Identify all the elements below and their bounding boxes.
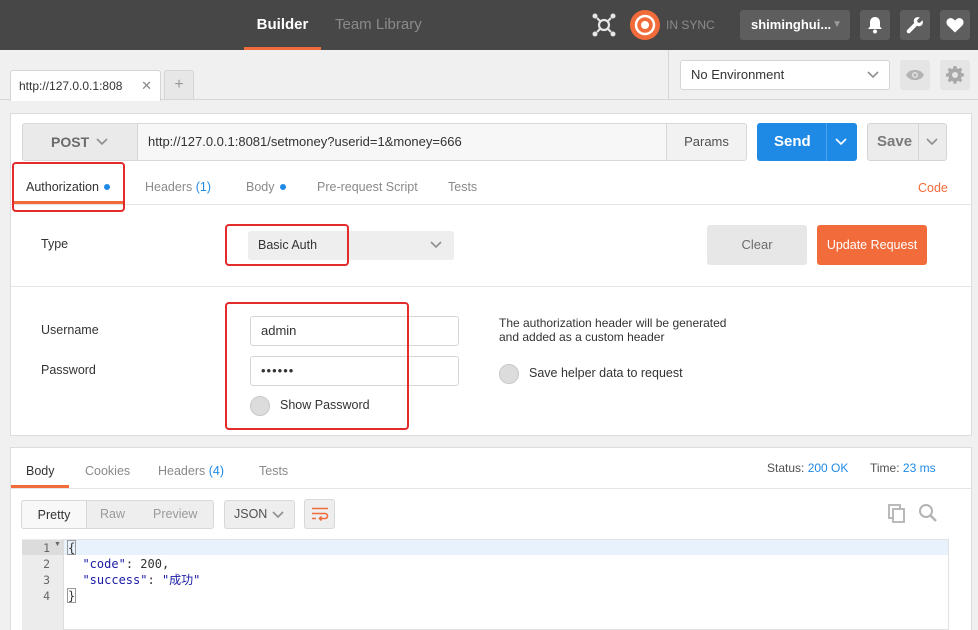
highlight-annotation <box>225 302 409 430</box>
username-label: shiminghui... <box>751 17 832 32</box>
divider <box>11 286 971 287</box>
json-value: "成功" <box>161 573 201 587</box>
url-input[interactable]: http://127.0.0.1:8081/setmoney?userid=1&… <box>137 123 667 161</box>
chevron-down-icon <box>96 138 108 146</box>
wrap-icon <box>311 507 328 521</box>
chevron-down-icon[interactable] <box>926 138 938 146</box>
status-value: 200 OK <box>807 461 849 475</box>
line-number: 4 <box>43 589 50 603</box>
view-pretty-button[interactable]: Pretty <box>21 500 87 529</box>
divider <box>11 204 971 205</box>
auth-info-line: and added as a custom header <box>499 330 665 344</box>
line-number: 1 <box>43 541 50 555</box>
save-helper-label: Save helper data to request <box>529 366 683 380</box>
response-status: Status: 200 OK <box>767 455 848 481</box>
line-number: 2 <box>43 557 50 571</box>
divider <box>918 124 919 160</box>
gear-icon <box>946 66 964 84</box>
tab-prerequest-script[interactable]: Pre-request Script <box>317 170 418 204</box>
json-key: "code" <box>82 557 126 571</box>
tab-headers-label: Headers <box>145 180 193 194</box>
line-number: 3 <box>43 573 50 587</box>
highlight-annotation <box>225 224 349 266</box>
auth-info-text: The authorization header will be generat… <box>499 316 739 344</box>
view-preview-button[interactable]: Preview <box>153 500 197 529</box>
environment-value: No Environment <box>691 67 785 82</box>
chevron-down-icon <box>272 511 284 519</box>
wrench-icon <box>906 17 923 34</box>
request-tab[interactable]: http://127.0.0.1:808 ✕ <box>10 70 161 101</box>
response-tab-headers[interactable]: Headers (4) <box>158 455 224 487</box>
update-request-button[interactable]: Update Request <box>817 225 927 265</box>
nav-builder[interactable]: Builder <box>244 0 321 50</box>
response-tab-cookies[interactable]: Cookies <box>85 455 130 487</box>
code-line: { <box>68 541 76 555</box>
chevron-down-icon: ▼ <box>832 19 842 30</box>
copy-icon[interactable] <box>888 504 906 524</box>
request-panel <box>10 113 972 436</box>
highlight-annotation <box>12 162 125 212</box>
environment-quick-look-button[interactable] <box>900 60 930 90</box>
json-separator: : <box>125 557 141 571</box>
user-menu[interactable]: shiminghui... ▼ <box>740 10 850 40</box>
method-value: POST <box>51 134 90 150</box>
sync-status-text: IN SYNC <box>666 18 715 32</box>
interceptor-icon[interactable] <box>590 11 618 39</box>
tab-headers[interactable]: Headers (1) <box>145 170 211 204</box>
json-value: 200, <box>140 557 170 571</box>
time-value: 23 ms <box>902 461 936 475</box>
tab-body-label: Body <box>246 180 275 194</box>
bell-icon <box>868 17 882 34</box>
fold-icon[interactable]: ▼ <box>54 541 61 548</box>
generate-code-link[interactable]: Code <box>918 170 948 204</box>
params-button[interactable]: Params <box>666 123 747 161</box>
chevron-down-icon <box>867 71 879 79</box>
time-label: Time: <box>870 461 900 475</box>
divider <box>11 488 971 489</box>
view-raw-button[interactable]: Raw <box>100 500 125 529</box>
username-label: Username <box>41 323 99 337</box>
heart-icon <box>946 18 964 33</box>
favorites-button[interactable] <box>940 10 970 40</box>
tab-body[interactable]: Body <box>246 170 286 204</box>
response-time: Time: 23 ms <box>870 455 936 481</box>
password-label: Password <box>41 363 96 377</box>
close-icon[interactable]: ✕ <box>141 71 152 101</box>
code-line: "success": "成功" <box>68 572 200 588</box>
response-tab-headers-label: Headers <box>158 464 206 478</box>
chevron-down-icon[interactable] <box>835 138 847 146</box>
eye-icon <box>906 70 924 80</box>
format-select[interactable]: JSON <box>224 500 295 529</box>
status-label: Status: <box>767 461 805 475</box>
divider <box>826 123 827 161</box>
json-separator: : <box>147 573 162 587</box>
request-tab-label: http://127.0.0.1:808 <box>19 79 123 93</box>
response-headers-count: (4) <box>208 464 225 478</box>
manage-environments-button[interactable] <box>940 60 970 90</box>
code-line: "code": 200, <box>68 556 169 572</box>
search-icon[interactable] <box>918 503 938 523</box>
auth-info-line: The authorization header will be generat… <box>499 316 727 330</box>
active-line-highlight <box>64 540 948 555</box>
response-tab-body[interactable]: Body <box>26 455 55 487</box>
code-line: } <box>68 589 76 603</box>
save-helper-toggle[interactable] <box>499 364 519 384</box>
chevron-down-icon <box>430 241 442 249</box>
auth-type-label: Type <box>41 237 69 251</box>
wrap-lines-button[interactable] <box>304 499 335 529</box>
divider <box>668 50 669 100</box>
clear-button[interactable]: Clear <box>707 225 807 265</box>
headers-count: (1) <box>195 180 212 194</box>
method-select[interactable]: POST <box>22 123 138 161</box>
json-key: "success" <box>82 573 148 587</box>
settings-button[interactable] <box>900 10 930 40</box>
environment-select[interactable]: No Environment <box>680 60 890 90</box>
nav-team-library[interactable]: Team Library <box>335 0 422 50</box>
modified-indicator <box>279 184 286 190</box>
tab-tests[interactable]: Tests <box>448 170 477 204</box>
notifications-button[interactable] <box>860 10 890 40</box>
sync-status-icon[interactable] <box>630 10 660 40</box>
add-tab-button[interactable]: + <box>164 70 194 100</box>
response-tab-tests[interactable]: Tests <box>259 455 288 487</box>
